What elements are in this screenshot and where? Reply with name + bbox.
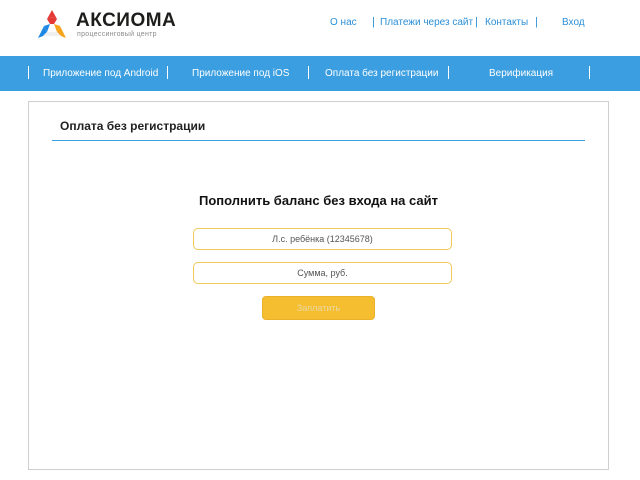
content-panel: Оплата без регистрации Пополнить баланс … <box>28 101 609 470</box>
menu-separator <box>589 66 590 79</box>
site-header: АКСИОМА процессинговый центр О нас | Пла… <box>0 0 640 56</box>
nav-separator: | <box>475 16 478 28</box>
main-menu: Приложение под Android Приложение под iO… <box>0 56 640 91</box>
title-divider <box>52 140 585 141</box>
nav-link-login[interactable]: Вход <box>562 17 585 28</box>
nav-separator: | <box>372 16 375 28</box>
nav-link-payments[interactable]: Платежи через сайт <box>380 17 473 28</box>
menu-item-ios[interactable]: Приложение под iOS <box>192 68 289 79</box>
menu-separator <box>167 66 168 79</box>
menu-separator <box>448 66 449 79</box>
site-logo[interactable]: АКСИОМА процессинговый центр <box>34 8 184 42</box>
logo-subtitle: процессинговый центр <box>77 31 157 38</box>
logo-triangle-icon <box>38 10 66 38</box>
menu-separator <box>308 66 309 79</box>
form-title: Пополнить баланс без входа на сайт <box>198 193 439 208</box>
amount-input[interactable] <box>193 262 452 284</box>
page-title: Оплата без регистрации <box>60 119 206 133</box>
account-number-input[interactable] <box>193 228 452 250</box>
nav-link-contacts[interactable]: Контакты <box>485 17 528 28</box>
nav-link-about[interactable]: О нас <box>330 17 357 28</box>
menu-item-verification[interactable]: Верификация <box>489 68 553 79</box>
menu-separator <box>28 66 29 79</box>
logo-title: АКСИОМА <box>76 10 177 31</box>
menu-item-pay-without-registration[interactable]: Оплата без регистрации <box>325 68 438 79</box>
nav-separator: | <box>535 16 538 28</box>
pay-button[interactable]: Заплатить <box>262 296 375 320</box>
menu-item-android[interactable]: Приложение под Android <box>43 68 158 79</box>
